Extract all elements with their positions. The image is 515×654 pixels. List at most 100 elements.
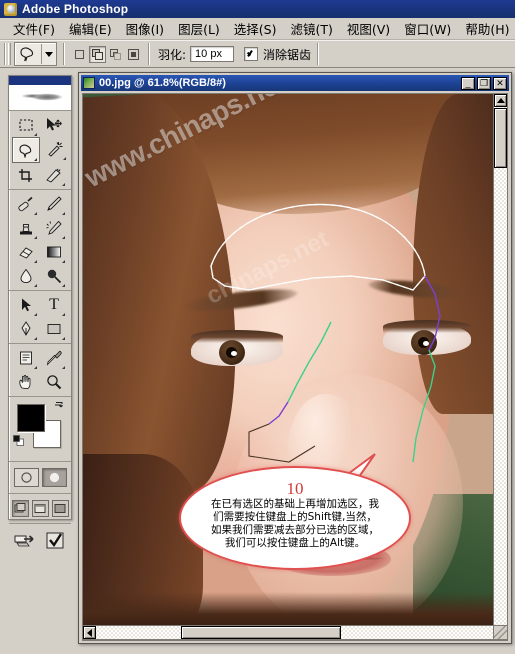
feather-input[interactable]: 10 px: [190, 46, 235, 62]
chevron-down-icon[interactable]: [42, 44, 56, 64]
new-selection-mode[interactable]: [71, 45, 88, 63]
menu-edit[interactable]: 编辑(E): [62, 17, 119, 40]
default-colors-icon[interactable]: [13, 435, 24, 446]
eraser-tool[interactable]: [13, 240, 39, 264]
blur-tool[interactable]: [13, 264, 39, 288]
gradient-tool[interactable]: [41, 240, 67, 264]
intersect-selection-mode[interactable]: [125, 45, 142, 63]
document-title: 00.jpg @ 61.8%(RGB/8#): [99, 77, 226, 89]
toolbox-header[interactable]: [9, 76, 71, 111]
maximize-button[interactable]: ❐: [477, 76, 491, 90]
options-separator-1: [63, 43, 65, 65]
vertical-scroll-thumb[interactable]: [494, 108, 507, 168]
full-screen-menubar-mode-button[interactable]: [31, 500, 49, 517]
horizontal-scrollbar[interactable]: [82, 625, 508, 640]
callout-line-1: 在已有选区的基础上再增加选区，我: [211, 498, 379, 510]
annotation-callout: 10 在已有选区的基础上再增加选区，我 们需要按住键盘上的Shift键,当然， …: [179, 453, 411, 570]
menu-bar: 文件(F) 编辑(E) 图像(I) 图层(L) 选择(S) 滤镜(T) 视图(V…: [0, 18, 515, 40]
callout-line-4: 我们可以按住键盘上的Alt键。: [224, 537, 366, 549]
feather-label: 羽化:: [158, 47, 187, 62]
menu-filter[interactable]: 滤镜(T): [283, 17, 339, 40]
menu-layer[interactable]: 图层(L): [171, 17, 227, 40]
toolgroup-utility: [9, 344, 71, 397]
toolbox-palette: T: [8, 75, 72, 549]
vertical-scrollbar[interactable]: [493, 93, 508, 641]
eyedropper-tool[interactable]: [41, 346, 67, 370]
edit-in-imageready-button[interactable]: [42, 531, 67, 550]
jump-to-imageready-button[interactable]: [13, 531, 38, 550]
history-brush-tool[interactable]: [41, 216, 67, 240]
clone-stamp-tool[interactable]: [13, 216, 39, 240]
foreground-color-swatch[interactable]: [17, 404, 45, 432]
swap-colors-icon[interactable]: [53, 401, 65, 413]
standard-mode-button[interactable]: [13, 468, 39, 487]
toolbox-titlebar: [9, 76, 71, 85]
slice-tool[interactable]: [41, 163, 67, 187]
options-separator-3: [317, 43, 320, 65]
image-canvas[interactable]: www.chinaps.net chinaps.net 10 在已有选区的基础上…: [83, 94, 493, 626]
rectangular-marquee-tool[interactable]: [13, 113, 39, 137]
callout-line-3: 如果我们需要减去部分已选的区域，: [211, 524, 379, 536]
lasso-tool[interactable]: [12, 137, 40, 163]
document-title-bar[interactable]: 00.jpg @ 61.8%(RGB/8#) _ ❐ ✕: [81, 75, 509, 91]
screen-modes: [9, 494, 71, 524]
photoshop-feather-logo: [17, 85, 65, 108]
antialias-label: 消除锯齿: [263, 47, 312, 62]
application-title: Adobe Photoshop: [22, 2, 129, 16]
toolgroup-vector: T: [9, 291, 71, 344]
magic-wand-tool[interactable]: [42, 137, 68, 161]
selection-mode-group: [71, 45, 142, 63]
menu-view[interactable]: 视图(V): [340, 17, 397, 40]
move-tool[interactable]: [41, 113, 67, 137]
menu-file[interactable]: 文件(F): [6, 17, 62, 40]
quick-mask-mode-button[interactable]: [41, 468, 67, 487]
shape-tool[interactable]: [41, 317, 67, 341]
full-screen-mode-button[interactable]: [51, 500, 69, 517]
options-bar-grip[interactable]: [4, 43, 11, 65]
dodge-tool[interactable]: [41, 264, 67, 288]
canvas-frame: www.chinaps.net chinaps.net 10 在已有选区的基础上…: [82, 93, 508, 641]
zoom-tool[interactable]: [41, 370, 67, 394]
application-title-bar: Adobe Photoshop: [0, 0, 515, 18]
resize-grip[interactable]: [493, 625, 508, 640]
hand-tool[interactable]: [13, 370, 39, 394]
notes-tool[interactable]: [13, 346, 39, 370]
callout-line-2: 们需要按住键盘上的Shift键,当然，: [213, 511, 377, 523]
document-thumbnail-icon: [83, 77, 95, 89]
horizontal-scroll-thumb[interactable]: [181, 626, 341, 639]
brush-tool[interactable]: [41, 192, 67, 216]
options-separator-2: [148, 43, 150, 65]
toolgroup-retouch: [9, 190, 71, 291]
minimize-button[interactable]: _: [461, 76, 475, 90]
menu-window[interactable]: 窗口(W): [397, 17, 458, 40]
type-tool[interactable]: T: [41, 293, 67, 317]
menu-select[interactable]: 选择(S): [227, 17, 284, 40]
scroll-up-button[interactable]: [494, 94, 507, 107]
menu-help[interactable]: 帮助(H): [458, 17, 515, 40]
path-selection-tool[interactable]: [13, 293, 39, 317]
document-window: 00.jpg @ 61.8%(RGB/8#) _ ❐ ✕ www.chinaps…: [78, 72, 512, 644]
color-swatches: [9, 397, 71, 462]
active-tool-preset-picker[interactable]: [14, 42, 57, 66]
document-window-buttons: _ ❐ ✕: [461, 76, 507, 90]
antialias-control[interactable]: 消除锯齿: [244, 46, 311, 63]
jump-to-buttons: [9, 524, 71, 556]
callout-number: 10: [286, 479, 304, 498]
callout-text: 10 在已有选区的基础上再增加选区，我 们需要按住键盘上的Shift键,当然， …: [191, 480, 399, 550]
photoshop-icon: [4, 2, 17, 16]
scroll-left-button[interactable]: [83, 626, 96, 639]
close-button[interactable]: ✕: [493, 76, 507, 90]
quick-mask-modes: [9, 462, 71, 494]
tool-options-bar: 羽化: 10 px 消除锯齿: [0, 40, 515, 68]
menu-image[interactable]: 图像(I): [119, 17, 171, 40]
lasso-tool-icon: [15, 44, 41, 64]
antialias-checkbox[interactable]: [244, 47, 259, 61]
crop-tool[interactable]: [13, 163, 39, 187]
toolgroup-selection: [9, 111, 71, 190]
healing-brush-tool[interactable]: [13, 192, 39, 216]
standard-screen-mode-button[interactable]: [11, 500, 29, 517]
pen-tool[interactable]: [13, 317, 39, 341]
add-to-selection-mode[interactable]: [89, 45, 106, 63]
photoshop-window: Adobe Photoshop 文件(F) 编辑(E) 图像(I) 图层(L) …: [0, 0, 515, 654]
subtract-from-selection-mode[interactable]: [107, 45, 124, 63]
